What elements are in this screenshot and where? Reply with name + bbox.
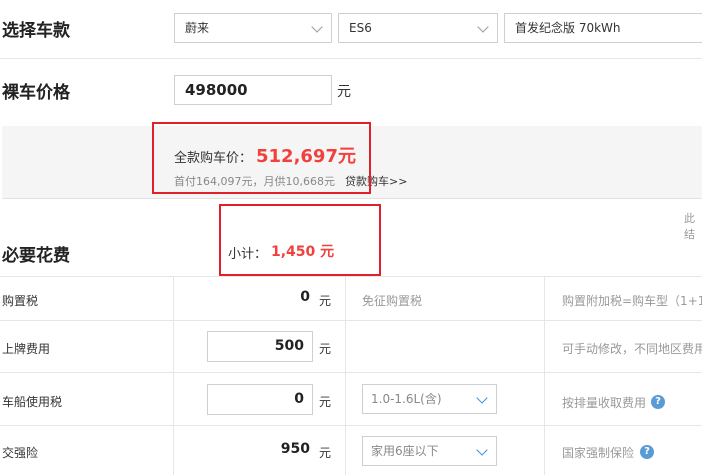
unit-label: 元 bbox=[319, 395, 332, 409]
bare-price-unit: 元 bbox=[337, 84, 351, 100]
brand-select-value: 蔚来 bbox=[185, 21, 210, 35]
table-row-label: 购置税 bbox=[2, 294, 39, 308]
model-select[interactable]: ES6 bbox=[338, 13, 498, 43]
insurance-note: 国家强制保险 bbox=[562, 446, 635, 460]
unit-label: 元 bbox=[319, 446, 332, 460]
table-divider bbox=[0, 372, 702, 373]
vehicle-tax-note: 按排量收取费用 bbox=[562, 396, 647, 410]
required-fees-heading: 必要花费 bbox=[2, 246, 70, 266]
trim-select[interactable]: 首发纪念版 70kWh bbox=[504, 13, 702, 43]
tax-exempt-text: 免征购置税 bbox=[362, 294, 423, 308]
right-cutoff-text: 此结 bbox=[684, 212, 695, 241]
seat-type-select-value: 家用6座以下 bbox=[371, 444, 439, 458]
help-icon[interactable]: ? bbox=[651, 395, 665, 409]
divider bbox=[0, 58, 702, 59]
subtotal-highlight bbox=[219, 204, 381, 276]
table-row-label: 交强险 bbox=[2, 446, 39, 460]
chevron-down-icon bbox=[476, 444, 488, 456]
chevron-down-icon bbox=[311, 21, 323, 33]
purchase-tax-note: 购置附加税=购车型（1+1 bbox=[562, 294, 702, 308]
unit-label: 元 bbox=[319, 342, 332, 356]
table-divider bbox=[0, 425, 702, 426]
table-divider bbox=[0, 276, 702, 277]
chevron-down-icon bbox=[476, 392, 488, 404]
plate-fee-input[interactable]: 500 bbox=[207, 331, 313, 362]
brand-select[interactable]: 蔚来 bbox=[174, 13, 332, 43]
table-row-label: 车船使用税 bbox=[2, 395, 63, 409]
trim-select-value: 首发纪念版 70kWh bbox=[515, 21, 621, 35]
unit-label: 元 bbox=[319, 294, 332, 308]
table-column-divider bbox=[345, 276, 346, 475]
help-icon[interactable]: ? bbox=[640, 445, 654, 459]
bare-price-heading: 裸车价格 bbox=[2, 83, 70, 103]
displacement-select-value: 1.0-1.6L(含) bbox=[371, 392, 442, 406]
chevron-down-icon bbox=[477, 21, 489, 33]
insurance-value: 950 bbox=[280, 441, 310, 457]
select-car-heading: 选择车款 bbox=[2, 21, 70, 41]
bare-price-input[interactable]: 498000 bbox=[174, 75, 332, 105]
table-column-divider bbox=[544, 276, 545, 475]
table-column-divider bbox=[173, 276, 174, 475]
model-select-value: ES6 bbox=[349, 21, 372, 35]
table-divider bbox=[0, 320, 702, 321]
table-row-label: 上牌费用 bbox=[2, 342, 51, 356]
displacement-select[interactable]: 1.0-1.6L(含) bbox=[362, 384, 497, 414]
full-price-highlight bbox=[152, 122, 371, 194]
seat-type-select[interactable]: 家用6座以下 bbox=[362, 436, 497, 466]
vehicle-tax-input[interactable]: 0 bbox=[207, 384, 313, 415]
purchase-tax-value: 0 bbox=[300, 289, 310, 305]
plate-fee-note: 可手动修改，不同地区费用 bbox=[562, 342, 702, 356]
